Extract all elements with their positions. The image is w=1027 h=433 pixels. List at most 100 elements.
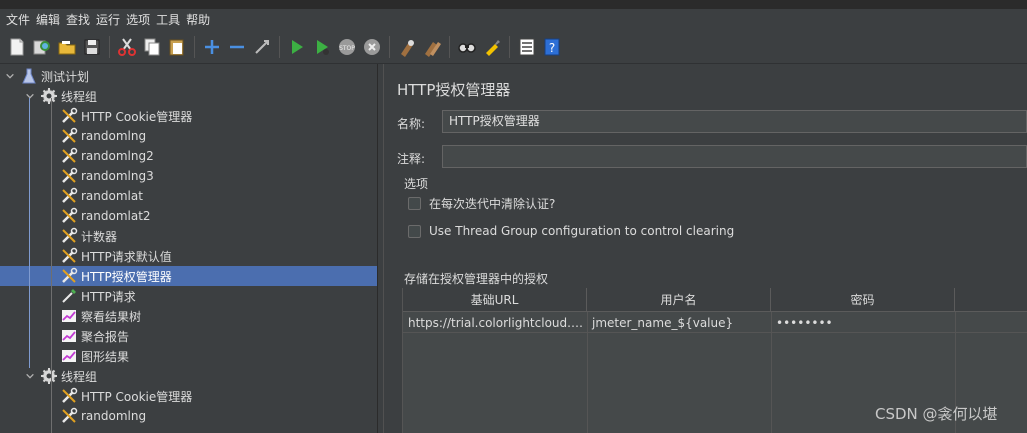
menu-file[interactable]: 文件 xyxy=(3,9,33,31)
tree-node-element[interactable]: 察看结果树 xyxy=(0,306,377,326)
tree-node-test-plan[interactable]: 测试计划 xyxy=(0,66,377,86)
chart-icon xyxy=(60,347,78,365)
toolbar: STOP ? xyxy=(0,31,1027,64)
menu-options[interactable]: 选项 xyxy=(123,9,153,31)
cell-username[interactable]: jmeter_name_${value} xyxy=(587,313,771,333)
cell-password[interactable]: •••••••• xyxy=(771,313,955,333)
tree-node-element[interactable]: HTTP Cookie管理器 xyxy=(0,386,377,406)
cut-icon[interactable] xyxy=(116,36,138,58)
cell-url[interactable]: https://trial.colorlightcloud.co... xyxy=(403,313,587,333)
thread-group-config-label: Use Thread Group configuration to contro… xyxy=(429,224,735,238)
name-field[interactable]: HTTP授权管理器 xyxy=(442,110,1027,133)
comment-label: 注释: xyxy=(397,152,426,166)
tree-node-label: HTTP请求 xyxy=(81,289,136,304)
name-label: 名称: xyxy=(397,117,426,131)
toolbar-separator xyxy=(389,36,390,58)
tree-node-element[interactable]: HTTP请求 xyxy=(0,286,377,306)
tree-node-thread-group[interactable]: 线程组 xyxy=(0,366,377,386)
clear-each-iteration-option[interactable]: 在每次迭代中清除认证? xyxy=(408,195,555,212)
chart-icon xyxy=(60,327,78,345)
column-password[interactable]: 密码 xyxy=(771,288,955,312)
tree-node-label: HTTP授权管理器 xyxy=(81,269,172,284)
stop-icon[interactable]: STOP xyxy=(336,36,358,58)
table-row[interactable]: https://trial.colorlightcloud.co... jmet… xyxy=(403,313,1027,333)
tree-node-label: 线程组 xyxy=(61,89,98,104)
tree-node-element[interactable]: HTTP Cookie管理器 xyxy=(0,106,377,126)
clear-each-iteration-checkbox[interactable] xyxy=(408,197,421,210)
tree-node-label: randomlng3 xyxy=(81,169,154,183)
menu-search[interactable]: 查找 xyxy=(63,9,93,31)
shutdown-icon[interactable] xyxy=(361,36,383,58)
column-base-url[interactable]: 基础URL xyxy=(403,288,587,312)
tree-node-element[interactable]: 计数器 xyxy=(0,226,377,246)
tree-guide-line xyxy=(51,98,52,433)
tree-node-element[interactable]: randomlat xyxy=(0,186,377,206)
chevron-down-icon[interactable] xyxy=(4,70,16,82)
table-header: 基础URL 用户名 密码 xyxy=(403,288,1027,312)
gear-icon xyxy=(40,367,58,385)
thread-group-config-option[interactable]: Use Thread Group configuration to contro… xyxy=(408,224,734,238)
menu-run[interactable]: 运行 xyxy=(93,9,123,31)
tree-node-label: HTTP Cookie管理器 xyxy=(81,389,193,404)
splitter[interactable] xyxy=(378,64,384,433)
copy-icon[interactable] xyxy=(141,36,163,58)
flask-icon xyxy=(20,67,38,85)
wrench-icon xyxy=(60,227,78,245)
thread-group-config-checkbox[interactable] xyxy=(408,224,421,238)
collapse-icon[interactable] xyxy=(226,36,248,58)
page-title: HTTP授权管理器 xyxy=(397,81,511,99)
tree-node-element[interactable]: HTTP授权管理器 xyxy=(0,266,377,286)
tree-node-element[interactable]: 图形结果 xyxy=(0,346,377,366)
toolbar-separator xyxy=(449,36,450,58)
reset-search-icon[interactable] xyxy=(481,36,503,58)
column-divider xyxy=(587,312,588,433)
templates-icon[interactable] xyxy=(31,36,53,58)
tree-node-label: randomlng xyxy=(81,409,147,423)
comment-field[interactable] xyxy=(442,145,1027,168)
wrench-icon xyxy=(60,147,78,165)
save-icon[interactable] xyxy=(81,36,103,58)
menu-edit[interactable]: 编辑 xyxy=(33,9,63,31)
toolbar-separator xyxy=(109,36,110,58)
open-icon[interactable] xyxy=(56,36,78,58)
tree-node-element[interactable]: HTTP请求默认值 xyxy=(0,246,377,266)
column-username[interactable]: 用户名 xyxy=(587,288,771,312)
toolbar-separator xyxy=(509,36,510,58)
tree-node-element[interactable]: randomlng3 xyxy=(0,166,377,186)
tree-node-label: randomlat2 xyxy=(81,209,151,223)
new-icon[interactable] xyxy=(6,36,28,58)
tree-node-label: randomlat xyxy=(81,189,143,203)
clear-icon[interactable] xyxy=(396,36,418,58)
menu-bar: 文件 编辑 查找 运行 选项 工具 帮助 xyxy=(0,9,1027,31)
chevron-down-icon[interactable] xyxy=(24,90,36,102)
wrench-icon xyxy=(60,207,78,225)
chart-icon xyxy=(60,307,78,325)
menu-help[interactable]: 帮助 xyxy=(183,9,213,31)
chevron-down-icon[interactable] xyxy=(24,370,36,382)
tree-node-label: HTTP请求默认值 xyxy=(81,249,172,264)
wrench-icon xyxy=(60,187,78,205)
wrench-icon xyxy=(60,247,78,265)
search-icon[interactable] xyxy=(456,36,478,58)
start-icon[interactable] xyxy=(286,36,308,58)
tree-node-element[interactable]: randomlng xyxy=(0,126,377,146)
pipette-icon xyxy=(60,287,78,305)
window-top-strip xyxy=(0,0,1027,9)
tree-node-element[interactable]: randomlng2 xyxy=(0,146,377,166)
toggle-icon[interactable] xyxy=(251,36,273,58)
column-divider xyxy=(771,312,772,433)
function-helper-icon[interactable] xyxy=(516,36,538,58)
tree-node-label: 计数器 xyxy=(81,229,118,244)
menu-tools[interactable]: 工具 xyxy=(153,9,183,31)
paste-icon[interactable] xyxy=(166,36,188,58)
help-icon[interactable]: ? xyxy=(541,36,563,58)
tree-node-element[interactable]: 聚合报告 xyxy=(0,326,377,346)
tree-node-label: HTTP Cookie管理器 xyxy=(81,109,193,124)
expand-icon[interactable] xyxy=(201,36,223,58)
wrench-icon xyxy=(60,107,78,125)
clear-all-icon[interactable] xyxy=(421,36,443,58)
tree-node-element[interactable]: randomlng xyxy=(0,406,377,426)
tree-node-thread-group[interactable]: 线程组 xyxy=(0,86,377,106)
start-no-pause-icon[interactable] xyxy=(311,36,333,58)
tree-node-element[interactable]: randomlat2 xyxy=(0,206,377,226)
